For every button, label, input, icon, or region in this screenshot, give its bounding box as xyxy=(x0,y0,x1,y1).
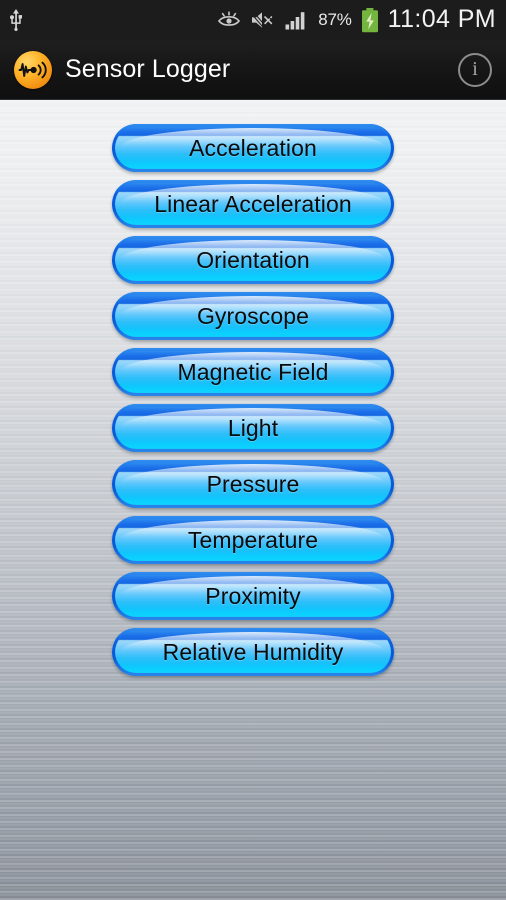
sensor-button-proximity[interactable]: Proximity xyxy=(112,572,394,620)
status-bar: 87% 11:04 PM xyxy=(0,0,506,40)
sensor-button-relative-humidity[interactable]: Relative Humidity xyxy=(112,628,394,676)
sensor-logger-waveform-icon[interactable] xyxy=(14,50,52,89)
sensor-button-label: Relative Humidity xyxy=(162,638,344,665)
sensor-button-label: Light xyxy=(227,414,279,441)
main-content: Acceleration Linear Acceleration Orienta… xyxy=(0,100,506,900)
status-bar-left-icons xyxy=(8,9,24,31)
sensor-button-label: Pressure xyxy=(206,470,300,497)
signal-strength-icon xyxy=(285,11,309,30)
battery-percentage: 87% xyxy=(318,10,352,29)
sensor-button-list: Acceleration Linear Acceleration Orienta… xyxy=(0,124,506,676)
sensor-button-label: Temperature xyxy=(187,526,319,553)
sensor-button-label: Magnetic Field xyxy=(177,358,329,385)
status-bar-right-icons: 87% 11:04 PM xyxy=(217,4,496,34)
sensor-button-label: Linear Acceleration xyxy=(154,190,352,217)
sensor-button-temperature[interactable]: Temperature xyxy=(112,516,394,564)
usb-icon xyxy=(8,9,24,31)
sensor-button-label: Proximity xyxy=(205,582,301,609)
sensor-button-magnetic-field[interactable]: Magnetic Field xyxy=(112,348,394,396)
sensor-button-linear-acceleration[interactable]: Linear Acceleration xyxy=(112,180,394,228)
sensor-button-acceleration[interactable]: Acceleration xyxy=(112,124,394,172)
sensor-button-orientation[interactable]: Orientation xyxy=(112,236,394,284)
info-icon-letter: i xyxy=(472,58,478,80)
sensor-button-label: Orientation xyxy=(196,246,310,273)
eye-care-icon xyxy=(217,11,241,29)
sensor-button-light[interactable]: Light xyxy=(112,404,394,452)
sensor-button-pressure[interactable]: Pressure xyxy=(112,460,394,508)
sensor-button-gyroscope[interactable]: Gyroscope xyxy=(112,292,394,340)
sensor-button-label: Gyroscope xyxy=(196,302,310,329)
sensor-button-label: Acceleration xyxy=(189,134,317,161)
info-icon[interactable]: i xyxy=(458,52,492,87)
speaker-muted-icon xyxy=(250,10,276,30)
page-title: Sensor Logger xyxy=(65,55,231,83)
app-action-bar: Sensor Logger i xyxy=(0,40,506,100)
phone-screen: 87% 11:04 PM Sensor Logger i Acceleratio… xyxy=(0,0,506,900)
battery-charging-icon xyxy=(361,7,379,33)
status-bar-clock: 11:04 PM xyxy=(387,4,496,33)
